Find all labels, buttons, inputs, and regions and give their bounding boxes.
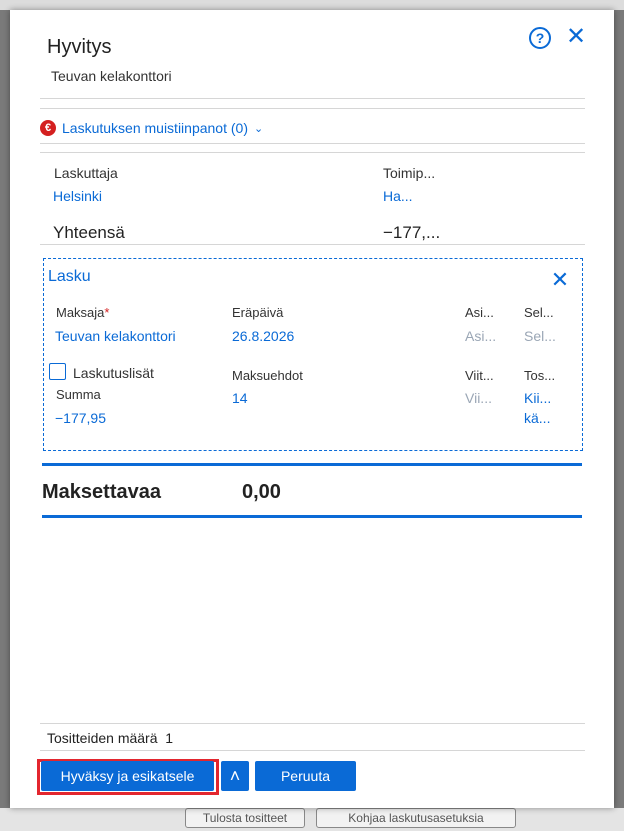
delivery-value-continued[interactable]: kä... [524,410,550,426]
credit-dialog: Hyvitys Teuvan kelakonttori ? ✕ € Laskut… [10,10,614,808]
payer-value[interactable]: Teuvan kelakonttori [55,328,176,344]
divider [40,244,585,245]
divider [40,98,585,99]
reference-field[interactable]: Asi... [465,328,496,344]
divider [40,152,585,153]
delivery-value[interactable]: Kii... [524,390,551,406]
delivery-label: Tos... [524,368,556,383]
amount-due-value: 0,00 [242,481,281,503]
background-print-button: Tulosta tositteet [185,808,305,828]
chevron-up-icon[interactable]: ˄ [221,761,249,791]
chevron-down-icon: ⌄ [254,122,264,135]
total-label: Yhteensä [53,223,125,242]
background-settings-button: Kohjaa laskutusasetuksia [316,808,516,828]
total-rule-top [42,463,582,466]
payment-terms-label: Maksuehdot [232,368,303,383]
reference-label: Asi... [465,305,494,320]
payer-label: Maksaja* [56,305,110,320]
approve-preview-button[interactable]: Hyväksy ja esikatsele [41,761,214,791]
due-date-label: Eräpäivä [232,305,284,320]
invoice-panel: Lasku ✕ Maksaja* Teuvan kelakonttori Erä… [43,258,583,451]
office-label: Toimip... [383,165,436,181]
divider [40,750,585,751]
dialog-title: Hyvitys [47,36,112,58]
description-field[interactable]: Sel... [524,328,556,344]
background-titlebar [0,0,624,10]
amount-due-label: Maksettavaa [42,481,161,503]
close-icon[interactable]: ✕ [564,25,588,49]
invoice-title: Lasku [48,268,91,285]
office-value[interactable]: Ha... [383,188,413,204]
amount-label: Summa [56,387,101,402]
biller-label: Laskuttaja [54,165,118,181]
divider [40,143,585,144]
billing-extras-checkbox[interactable] [49,363,66,380]
billing-extras-label: Laskutuslisät [73,365,154,381]
help-icon[interactable]: ? [529,27,551,49]
euro-icon: € [40,120,56,136]
payment-terms-value[interactable]: 14 [232,390,248,406]
total-rule-bottom [42,515,582,518]
amount-value[interactable]: −177,95 [55,410,106,426]
divider [40,108,585,109]
reference-number-label: Viit... [465,368,494,383]
voucher-count: Tositteiden määrä 1 [47,730,174,746]
billing-notes-label: Laskutuksen muistiinpanot (0) [62,120,248,136]
background-footer [0,808,624,831]
invoice-close-icon[interactable]: ✕ [549,269,571,291]
total-value: −177,... [383,223,441,242]
divider [40,723,585,724]
cancel-button[interactable]: Peruuta [255,761,356,791]
reference-number-field[interactable]: Vii... [465,390,492,406]
dialog-subtitle: Teuvan kelakonttori [51,68,172,84]
biller-value[interactable]: Helsinki [53,188,102,204]
description-label: Sel... [524,305,554,320]
due-date-value[interactable]: 26.8.2026 [232,328,294,344]
billing-notes-toggle[interactable]: € Laskutuksen muistiinpanot (0) ⌄ [40,118,263,138]
